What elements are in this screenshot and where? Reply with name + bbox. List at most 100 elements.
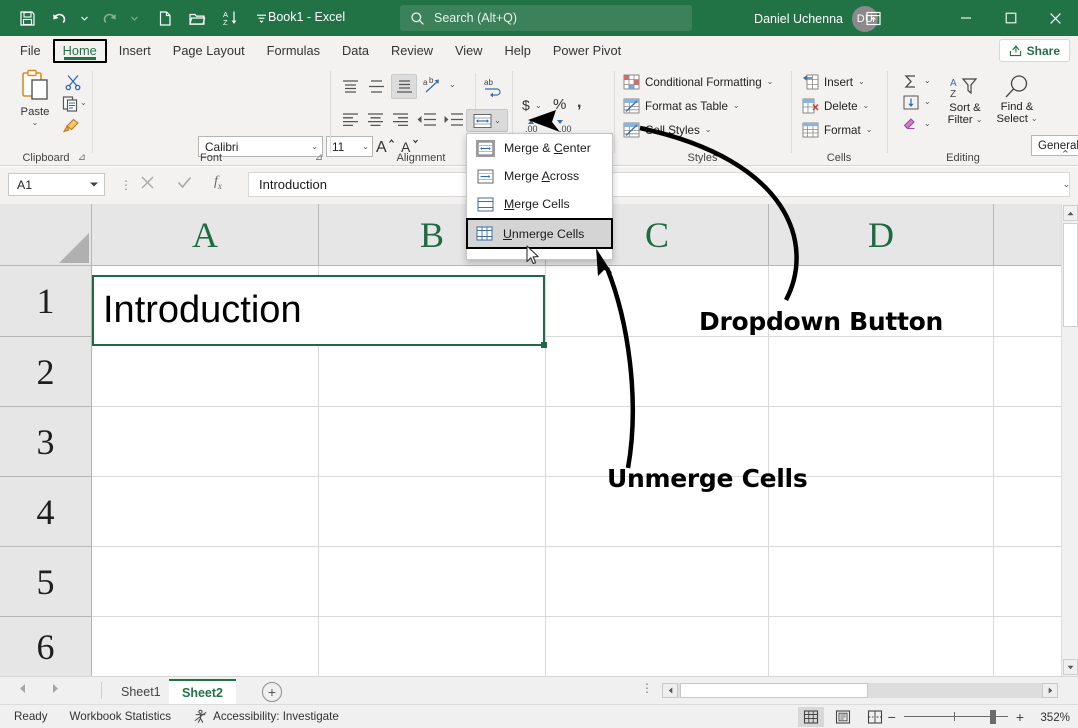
next-sheet-icon[interactable] [51,683,60,694]
top-align-button[interactable] [341,78,360,95]
cell-a3[interactable] [92,407,319,477]
cell-e5[interactable] [994,547,1061,617]
redo-icon[interactable] [94,5,124,31]
chevron-down-icon[interactable]: ⌄ [767,78,774,86]
row-header-1[interactable]: 1 [0,266,92,337]
scroll-right-button[interactable] [1042,683,1058,698]
cell-b4[interactable] [319,477,546,547]
increase-indent-button[interactable] [443,111,464,128]
wrap-text-button[interactable]: ab [483,77,504,97]
format-painter-button[interactable] [62,117,80,135]
cut-button[interactable] [64,73,82,91]
conditional-formatting-button[interactable]: Conditional Formatting ⌄ [623,74,773,90]
column-header-d[interactable]: D [769,204,994,266]
decrease-indent-button[interactable] [416,111,437,128]
normal-view-button[interactable] [798,707,824,727]
name-box[interactable]: A1 [8,173,105,196]
zoom-out-button[interactable]: − [888,709,896,725]
tab-insert[interactable]: Insert [109,39,161,63]
cell-c2[interactable] [546,337,769,407]
insert-function-icon[interactable]: fx [214,174,222,191]
find-select-button[interactable]: Find & Select⌄ [991,74,1043,125]
accounting-dropdown-icon[interactable]: ⌄ [535,102,542,110]
accessibility-button[interactable]: Accessibility: Investigate [193,709,339,724]
row-header-5[interactable]: 5 [0,547,92,617]
cell-e2[interactable] [994,337,1061,407]
row-header-2[interactable]: 2 [0,337,92,407]
center-button[interactable] [366,111,385,128]
zoom-in-button[interactable]: + [1016,709,1024,725]
chevron-down-icon[interactable]: ⌄ [705,126,712,134]
tab-page-layout[interactable]: Page Layout [163,39,255,63]
delete-cells-button[interactable]: Delete ⌄ [802,98,869,114]
orientation-dropdown-icon[interactable]: ⌄ [449,81,456,89]
autosum-dropdown-icon[interactable]: ⌄ [924,77,931,85]
vertical-scrollbar[interactable] [1061,204,1078,676]
previous-sheet-icon[interactable] [18,683,27,694]
cell-e3[interactable] [994,407,1061,477]
scroll-up-button[interactable] [1063,205,1078,221]
align-right-button[interactable] [391,111,410,128]
fill-dropdown-icon[interactable]: ⌄ [924,98,931,106]
scrollbar-resize-handle[interactable]: ⋮ [641,681,653,695]
vertical-scroll-thumb[interactable] [1063,223,1078,327]
fill-button[interactable] [902,94,920,111]
tab-view[interactable]: View [445,39,493,63]
chevron-down-icon[interactable]: ⌄ [863,102,870,110]
cell-a5[interactable] [92,547,319,617]
format-cells-button[interactable]: Format ⌄ [802,122,872,138]
paste-button[interactable]: Paste ⌄ [10,69,60,141]
zoom-level-label[interactable]: 352% [1032,711,1070,724]
cell-a2[interactable] [92,337,319,407]
maximize-button[interactable] [988,0,1033,36]
selected-cell[interactable]: Introduction [92,275,545,346]
tab-help[interactable]: Help [495,39,541,63]
bottom-align-button[interactable] [391,74,417,99]
accounting-format-button[interactable]: $ [522,97,530,113]
save-icon[interactable] [12,5,42,31]
tab-power-pivot[interactable]: Power Pivot [543,39,631,63]
merge-dropdown-arrow-icon[interactable]: ⌄ [494,117,501,125]
close-button[interactable] [1033,0,1078,36]
formula-input[interactable]: Introduction [248,172,1070,197]
chevron-down-icon[interactable]: ⌄ [976,116,983,124]
percent-format-button[interactable]: % [553,96,566,113]
sheet-tab-sheet1[interactable]: Sheet1 [108,679,174,705]
ribbon-display-options-icon[interactable] [853,0,893,36]
cell-b6[interactable] [319,617,546,676]
menu-item-merge-across[interactable]: Merge Across [467,162,612,190]
chevron-down-icon[interactable]: ⌄ [311,143,318,151]
share-button[interactable]: Share [999,39,1070,62]
orientation-button[interactable]: ab [423,76,444,95]
undo-icon[interactable] [44,5,74,31]
cell-c5[interactable] [546,547,769,617]
menu-item-merge-and-center[interactable]: Merge & Center [467,134,612,162]
cell-b3[interactable] [319,407,546,477]
cell-a6[interactable] [92,617,319,676]
chevron-down-icon[interactable]: ⌄ [858,78,865,86]
cancel-icon[interactable] [140,175,155,190]
chevron-down-icon[interactable]: ⌄ [866,126,873,134]
row-header-6[interactable]: 6 [0,617,92,676]
minimize-button[interactable] [943,0,988,36]
formula-bar-handle[interactable]: ⋮ [120,178,132,192]
cell-e6[interactable] [994,617,1061,676]
tab-data[interactable]: Data [332,39,379,63]
copy-dropdown-icon[interactable]: ⌄ [80,99,87,107]
format-as-table-button[interactable]: Format as Table ⌄ [623,98,740,114]
select-all-button[interactable] [0,204,92,266]
fill-handle[interactable] [541,342,547,348]
menu-item-merge-cells[interactable]: Merge Cells [467,190,612,218]
align-left-button[interactable] [341,111,360,128]
middle-align-button[interactable] [367,78,386,95]
enter-icon[interactable] [177,175,192,190]
cell-a4[interactable] [92,477,319,547]
merge-and-center-button[interactable]: ⌄ [466,109,508,132]
redo-dropdown-icon[interactable] [126,5,142,31]
sort-filter-button[interactable]: AZ Sort & Filter⌄ [941,75,989,126]
chevron-down-icon[interactable]: ⌄ [733,102,740,110]
cell-e4[interactable] [994,477,1061,547]
cell-b2[interactable] [319,337,546,407]
clipboard-dialog-launcher[interactable]: ⊿ [78,152,86,163]
scroll-down-button[interactable] [1063,659,1078,675]
